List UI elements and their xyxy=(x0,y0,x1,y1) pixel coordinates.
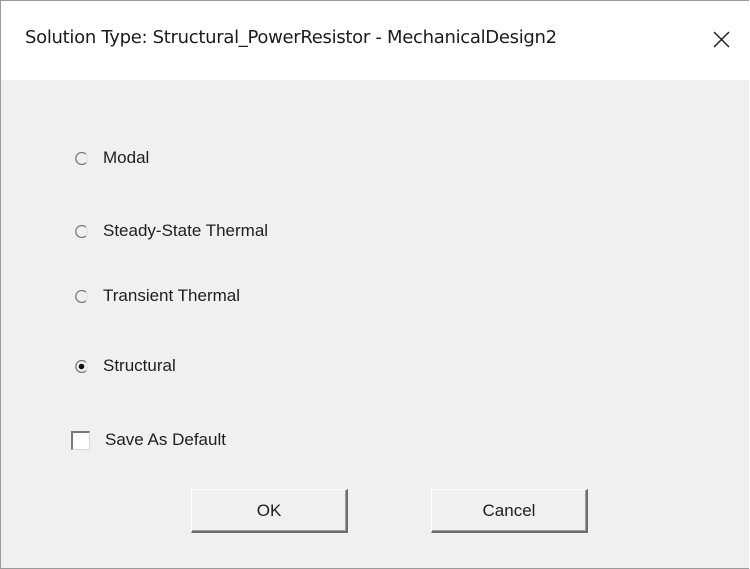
radio-button-icon[interactable] xyxy=(75,151,88,165)
radio-button-icon[interactable] xyxy=(75,289,88,303)
save-as-default-checkbox-row[interactable]: Save As Default xyxy=(71,428,226,452)
window-title: Solution Type: Structural_PowerResistor … xyxy=(25,27,557,48)
radio-label-transient-thermal: Transient Thermal xyxy=(103,286,240,305)
solution-type-dialog: Solution Type: Structural_PowerResistor … xyxy=(0,0,749,569)
radio-option-steady-state-thermal[interactable]: Steady-State Thermal xyxy=(75,219,268,243)
cancel-button[interactable]: Cancel xyxy=(431,489,588,533)
save-as-default-checkbox[interactable] xyxy=(71,430,90,450)
close-button[interactable] xyxy=(701,19,741,59)
radio-label-modal: Modal xyxy=(103,148,150,167)
radio-label-structural: Structural xyxy=(103,356,176,375)
radio-label-steady-state-thermal: Steady-State Thermal xyxy=(103,221,269,240)
radio-button-icon[interactable] xyxy=(75,224,88,238)
close-icon xyxy=(713,31,730,48)
radio-option-modal[interactable]: Modal xyxy=(75,146,149,170)
ok-button[interactable]: OK xyxy=(191,489,348,533)
title-bar[interactable]: Solution Type: Structural_PowerResistor … xyxy=(1,1,749,80)
radio-option-transient-thermal[interactable]: Transient Thermal xyxy=(75,284,240,308)
radio-option-structural[interactable]: Structural xyxy=(75,354,176,378)
save-as-default-label: Save As Default xyxy=(105,430,226,449)
dialog-body: Modal Steady-State Thermal Transient The… xyxy=(1,80,749,568)
radio-button-selected-icon[interactable] xyxy=(75,359,88,373)
